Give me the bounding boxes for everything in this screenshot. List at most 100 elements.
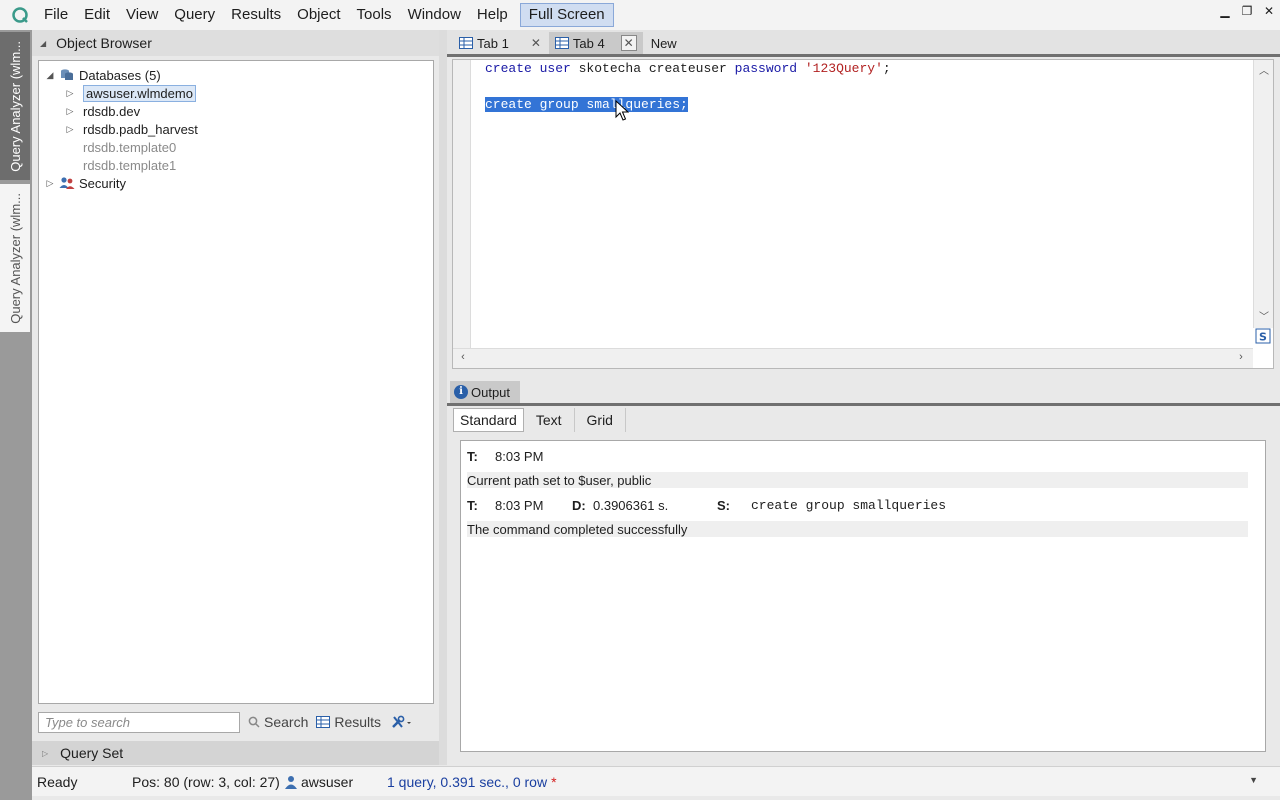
menu-window[interactable]: Window (400, 1, 469, 29)
menu-help[interactable]: Help (469, 1, 516, 29)
restore-icon[interactable]: ❐ (1240, 4, 1254, 18)
security-label: Security (79, 175, 126, 191)
output-message: The command completed successfully (467, 521, 1248, 537)
tab-grid[interactable]: Grid (575, 408, 626, 432)
tab-1[interactable]: Tab 1 ✕ (453, 32, 547, 54)
object-browser-toolbar: Search Results (38, 710, 438, 734)
menu-file[interactable]: File (36, 1, 76, 29)
db-label: rdsdb.dev (83, 103, 141, 119)
vertical-scrollbar[interactable]: ︿ ﹀ (1253, 60, 1273, 328)
panel-splitter[interactable] (439, 30, 447, 765)
tools-dropdown-button[interactable] (391, 715, 417, 729)
menu-edit[interactable]: Edit (76, 1, 118, 29)
collapse-triangle-icon[interactable]: ◢ (40, 39, 46, 48)
mouse-cursor-icon (615, 100, 629, 121)
status-user: awsuser (284, 774, 387, 790)
document-tab-bar: Tab 1 ✕ Tab 4 ✕ New (447, 30, 1280, 54)
selected-code: create group smallqueries; (485, 97, 688, 112)
tree-node-databases[interactable]: ◢ Databases (5) (43, 66, 161, 84)
code-keyword: create user (485, 61, 571, 76)
tree-node-db[interactable]: ▷ rdsdb.dev (63, 102, 141, 120)
menu-view[interactable]: View (118, 1, 166, 29)
scroll-up-icon[interactable]: ︿ (1254, 62, 1274, 78)
grid-icon (554, 37, 569, 49)
sql-editor[interactable]: create user skotecha createuser password… (452, 59, 1274, 369)
object-browser-title: Object Browser (56, 35, 152, 51)
window-controls: ▁ ❐ ✕ (1218, 4, 1276, 18)
tree-node-db[interactable]: rdsdb.template1 (83, 156, 176, 174)
scroll-left-icon[interactable]: ‹ (455, 351, 471, 363)
vertical-tab-strip: Query Analyzer (wlm... Query Analyzer (w… (0, 30, 32, 800)
output-tab-label: Output (471, 384, 511, 400)
databases-icon (59, 68, 75, 82)
db-label: rdsdb.template1 (83, 157, 177, 173)
tools-icon (392, 715, 412, 728)
minimize-icon[interactable]: ▁ (1218, 4, 1232, 18)
tree-node-db[interactable]: ▷ awsuser.wlmdemo (63, 84, 196, 102)
close-icon[interactable]: ✕ (620, 35, 637, 51)
status-ready: Ready (37, 773, 78, 790)
query-set-bar[interactable]: ▷ Query Set (32, 741, 439, 765)
modified-indicator: * (551, 773, 557, 790)
object-tree: ◢ Databases (5) ▷ awsuser.wlmdemo ▷ rdsd… (38, 60, 434, 704)
grid-icon (459, 37, 473, 49)
chevron-down-icon[interactable]: ▼ (1249, 775, 1258, 785)
scroll-down-icon[interactable]: ﹀ (1254, 308, 1274, 324)
collapsed-arrow-icon[interactable]: ▷ (63, 106, 77, 117)
close-icon[interactable]: ✕ (531, 36, 541, 50)
editor-gutter (453, 60, 471, 348)
menu-results[interactable]: Results (223, 1, 289, 29)
menu-object[interactable]: Object (289, 1, 348, 29)
code-text: skotecha createuser (570, 61, 735, 76)
close-icon[interactable]: ✕ (1262, 4, 1276, 18)
status-bar: Ready Pos: 80 (row: 3, col: 27) awsuser … (32, 766, 1280, 796)
output-message: Current path set to $user, public (467, 472, 1248, 488)
expanded-arrow-icon[interactable]: ◢ (43, 70, 57, 81)
menu-tools[interactable]: Tools (349, 1, 400, 29)
duration-label: D: (572, 497, 586, 513)
code-string: '123Query' (797, 61, 883, 76)
menu-query[interactable]: Query (166, 1, 223, 29)
tree-node-db[interactable]: ▷ rdsdb.padb_harvest (63, 120, 198, 138)
output-panel: Standard Text Grid T: 8:03 PM Current pa… (447, 406, 1280, 765)
object-browser-header[interactable]: ◢ Object Browser (32, 30, 439, 56)
scroll-right-icon[interactable]: › (1233, 351, 1249, 363)
statement-value: create group smallqueries (751, 497, 947, 513)
horizontal-scrollbar[interactable]: ‹ › (453, 348, 1253, 368)
collapsed-arrow-icon[interactable]: ▷ (63, 88, 77, 99)
code-line-3: create group smallqueries; (485, 97, 688, 112)
tab-standard[interactable]: Standard (453, 408, 524, 432)
full-screen-button[interactable]: Full Screen (519, 3, 614, 27)
vertical-tab-query-analyzer-1[interactable]: Query Analyzer (wlm... (0, 32, 30, 180)
output-time-row: T: 8:03 PM D: 0.3906361 s. S: create gro… (467, 497, 1248, 513)
collapsed-arrow-icon[interactable]: ▷ (63, 124, 77, 135)
collapsed-arrow-icon[interactable]: ▷ (43, 178, 57, 189)
time-value: 8:03 PM (495, 448, 544, 464)
tree-node-security[interactable]: ▷ Security (43, 174, 126, 192)
sync-icon[interactable]: S (1255, 328, 1271, 344)
search-button[interactable]: Search (248, 714, 308, 730)
grid-icon (316, 716, 331, 728)
menu-bar: File Edit View Query Results Object Tool… (0, 0, 1280, 30)
code-line-1: create user skotecha createuser password… (485, 61, 891, 76)
tab-label: New (650, 35, 677, 51)
users-icon (59, 176, 75, 190)
tab-text[interactable]: Text (524, 408, 575, 432)
query-set-label: Query Set (60, 745, 124, 761)
vertical-tab-query-analyzer-2[interactable]: Query Analyzer (wlm... (0, 184, 30, 332)
output-tab[interactable]: i Output (450, 381, 520, 403)
db-label: awsuser.wlmdemo (83, 84, 196, 102)
svg-text:S: S (1259, 331, 1267, 344)
search-input[interactable] (38, 711, 240, 733)
results-button[interactable]: Results (316, 714, 381, 730)
tab-new[interactable]: New (645, 32, 683, 54)
output-subtabs: Standard Text Grid (453, 408, 626, 432)
tree-node-db[interactable]: rdsdb.template0 (83, 138, 176, 156)
object-browser-panel: ◢ Databases (5) ▷ awsuser.wlmdemo ▷ rdsd… (32, 56, 439, 740)
expand-triangle-icon[interactable]: ▷ (42, 749, 48, 758)
duration-value: 0.3906361 s. (593, 497, 669, 513)
time-label: T: (467, 448, 478, 464)
tab-4[interactable]: Tab 4 ✕ (548, 32, 643, 54)
query-stats: 1 query, 0.391 sec., 0 row (387, 773, 548, 790)
db-label: rdsdb.padb_harvest (83, 121, 198, 137)
